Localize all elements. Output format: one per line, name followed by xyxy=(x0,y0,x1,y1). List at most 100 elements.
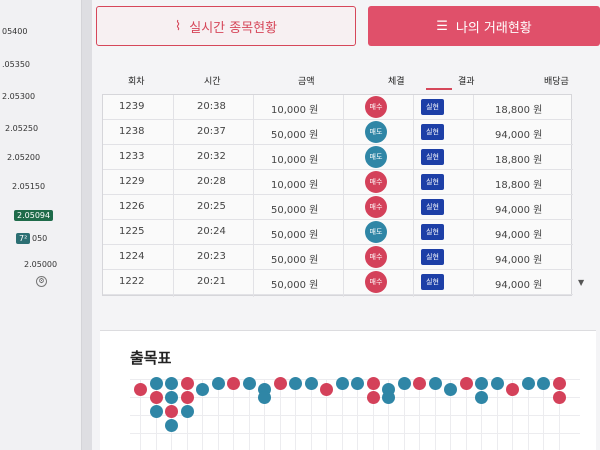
table-row[interactable]: 1229 20:28 10,000 원 매수 실현 18,800 원 xyxy=(103,170,573,195)
price-badge-small: 7² xyxy=(16,233,31,244)
result-dot xyxy=(227,377,240,390)
result-dot xyxy=(211,377,225,390)
active-column-underline xyxy=(426,88,452,90)
result-badge: 실현 xyxy=(421,274,444,290)
result-dot xyxy=(149,391,163,404)
result-dot xyxy=(180,405,194,418)
result-dot xyxy=(475,377,488,390)
amount-cell: 50,000 원 xyxy=(271,130,319,141)
scroll-down-icon[interactable]: ▼ xyxy=(578,278,584,287)
result-chart-title: 출목표 xyxy=(130,349,172,367)
result-badge: 실현 xyxy=(421,99,444,115)
table-row[interactable]: 1225 20:24 50,000 원 매도 실현 94,000 원 xyxy=(103,220,573,245)
amount-cell: 50,000 원 xyxy=(271,230,319,241)
round-cell: 1225 xyxy=(119,226,145,237)
result-dot xyxy=(552,391,566,404)
col-header-result: 결과 xyxy=(458,77,475,87)
result-badge: 실현 xyxy=(421,224,444,240)
result-dot xyxy=(521,377,535,390)
settings-icon[interactable]: ⚙ xyxy=(36,276,47,287)
result-dot xyxy=(165,405,178,418)
tab-my-trades[interactable]: ☰ 나의 거래현황 xyxy=(368,6,600,46)
payout-cell: 94,000 원 xyxy=(495,280,543,291)
result-dot xyxy=(258,391,271,404)
fill-side-badge: 매도 xyxy=(365,221,387,243)
result-dot xyxy=(428,377,442,390)
payout-cell: 94,000 원 xyxy=(495,230,543,241)
list-icon: ☰ xyxy=(436,18,448,34)
fill-side-badge: 매수 xyxy=(365,246,387,268)
payout-cell: 18,800 원 xyxy=(495,180,543,191)
table-row[interactable]: 1224 20:23 50,000 원 매수 실현 94,000 원 xyxy=(103,245,573,270)
result-dot xyxy=(289,377,302,390)
price-tick: 2.05150 xyxy=(12,182,46,191)
time-cell: 20:24 xyxy=(197,226,226,237)
main-panel: ⌇ 실시간 종목현황 ☰ 나의 거래현황 회차 시간 금액 체결 결과 배당금 … xyxy=(92,0,600,450)
amount-cell: 50,000 원 xyxy=(271,255,319,266)
round-cell: 1226 xyxy=(119,201,145,212)
tab-realtime-label: 실시간 종목현황 xyxy=(189,20,278,36)
amount-cell: 10,000 원 xyxy=(271,105,319,116)
fill-side-badge: 매수 xyxy=(365,271,387,293)
price-tick: 050 xyxy=(32,234,48,243)
round-cell: 1229 xyxy=(119,176,145,187)
col-header-round: 회차 xyxy=(128,77,145,87)
result-dot xyxy=(180,391,194,404)
result-badge: 실현 xyxy=(421,249,444,265)
round-cell: 1239 xyxy=(119,101,145,112)
round-cell: 1238 xyxy=(119,126,145,137)
result-dot xyxy=(242,377,256,390)
result-dot xyxy=(273,377,287,390)
result-dot xyxy=(304,377,318,390)
round-cell: 1233 xyxy=(119,151,145,162)
amount-cell: 50,000 원 xyxy=(271,280,319,291)
amount-cell: 50,000 원 xyxy=(271,205,319,216)
price-tick: 2.05200 xyxy=(7,153,41,162)
payout-cell: 94,000 원 xyxy=(495,255,543,266)
pulse-icon: ⌇ xyxy=(174,18,182,34)
result-dot xyxy=(490,377,504,390)
price-tick: .05350 xyxy=(2,60,30,69)
fill-side-badge: 매도 xyxy=(365,146,387,168)
result-dot xyxy=(459,377,473,390)
time-cell: 20:28 xyxy=(197,176,226,187)
col-header-amount: 금액 xyxy=(298,77,315,87)
price-tick: 2.05000 xyxy=(24,260,58,269)
result-dot xyxy=(397,377,411,390)
result-dot xyxy=(537,377,550,390)
payout-cell: 18,800 원 xyxy=(495,155,543,166)
fill-side-badge: 매수 xyxy=(365,196,387,218)
result-dot xyxy=(552,377,566,390)
tab-realtime-status[interactable]: ⌇ 실시간 종목현황 xyxy=(96,6,356,46)
trade-history-table: 1239 20:38 10,000 원 매수 실현 18,800 원 1238 20:37 50… xyxy=(102,94,573,297)
tab-my-trades-label: 나의 거래현황 xyxy=(455,20,532,36)
table-row[interactable]: 1233 20:32 10,000 원 매도 실현 18,800 원 xyxy=(103,145,573,170)
result-dot xyxy=(366,377,380,390)
result-dot xyxy=(165,391,178,404)
price-tick: 05400 xyxy=(2,27,28,36)
time-cell: 20:32 xyxy=(197,151,226,162)
result-dot xyxy=(165,419,178,432)
result-dot xyxy=(320,383,333,396)
result-dot xyxy=(335,377,349,390)
axis-divider xyxy=(82,0,92,450)
result-dot xyxy=(506,383,519,396)
time-cell: 20:38 xyxy=(197,101,226,112)
table-row[interactable]: 1222 20:21 50,000 원 매수 실현 94,000 원 xyxy=(103,270,573,295)
current-price-badge: 2.05094 xyxy=(14,210,54,221)
table-row[interactable]: 1238 20:37 50,000 원 매도 실현 94,000 원 xyxy=(103,120,573,145)
fill-side-badge: 매도 xyxy=(365,121,387,143)
result-dot xyxy=(351,377,364,390)
payout-cell: 94,000 원 xyxy=(495,205,543,216)
result-dot xyxy=(475,391,488,404)
price-tick: 2.05250 xyxy=(5,124,39,133)
result-badge: 실현 xyxy=(421,174,444,190)
result-dot xyxy=(196,383,209,396)
price-axis: 05400 .05350 2.05300 2.05250 2.05200 2.0… xyxy=(0,0,82,450)
col-header-payout: 배당금 xyxy=(544,77,569,87)
round-cell: 1224 xyxy=(119,251,145,262)
payout-cell: 94,000 원 xyxy=(495,130,543,141)
table-row[interactable]: 1239 20:38 10,000 원 매수 실현 18,800 원 xyxy=(103,95,573,120)
result-dot xyxy=(444,383,457,396)
table-row[interactable]: 1226 20:25 50,000 원 매수 실현 94,000 원 xyxy=(103,195,573,220)
